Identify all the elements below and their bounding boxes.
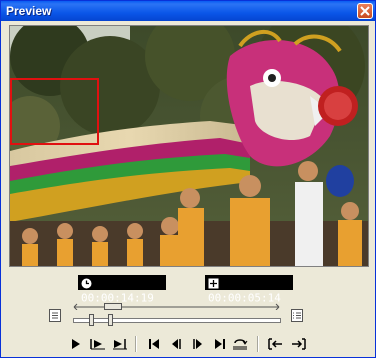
loop-icon xyxy=(233,339,248,350)
close-icon xyxy=(360,6,370,16)
list-icon[interactable] xyxy=(49,309,61,322)
mark-in-button[interactable] xyxy=(267,335,285,353)
go-to-start-icon xyxy=(149,339,159,349)
video-frame-image xyxy=(10,26,368,266)
mark-out-icon xyxy=(292,338,306,350)
clock-icon xyxy=(81,278,92,288)
timeline-track[interactable] xyxy=(73,318,281,323)
play-from-mark-button[interactable] xyxy=(89,335,107,353)
duration-icon xyxy=(208,278,219,288)
mark-in-handle[interactable] xyxy=(89,314,95,326)
loop-button[interactable] xyxy=(231,335,249,353)
list-details-icon[interactable] xyxy=(291,309,303,322)
control-separator xyxy=(257,336,259,352)
mark-out-handle[interactable] xyxy=(108,314,114,326)
play-to-mark-icon xyxy=(113,339,127,350)
go-to-end-button[interactable] xyxy=(211,335,229,353)
close-button[interactable] xyxy=(357,3,373,19)
play-to-mark-button[interactable] xyxy=(111,335,129,353)
video-preview[interactable] xyxy=(9,25,369,267)
previous-frame-icon xyxy=(172,339,181,349)
play-icon xyxy=(72,339,80,349)
zoom-thumb[interactable] xyxy=(103,303,122,310)
play-button[interactable] xyxy=(67,335,85,353)
window-title: Preview xyxy=(6,4,52,18)
current-timecode: 00:00:14:19 xyxy=(78,275,166,305)
next-frame-button[interactable] xyxy=(189,335,207,353)
preview-window: Preview 00:00:14:19 00:00:05:14 xyxy=(0,0,376,358)
scrubber-area xyxy=(47,301,313,331)
go-to-end-icon xyxy=(215,339,225,349)
play-from-mark-icon xyxy=(90,339,105,350)
title-bar[interactable]: Preview xyxy=(1,1,375,21)
next-frame-icon xyxy=(193,339,202,349)
mark-out-button[interactable] xyxy=(289,335,307,353)
mark-in-icon xyxy=(268,338,282,350)
previous-frame-button[interactable] xyxy=(167,335,185,353)
duration-timecode: 00:00:05:14 xyxy=(205,275,293,305)
go-to-start-button[interactable] xyxy=(145,335,163,353)
control-separator xyxy=(135,336,137,352)
